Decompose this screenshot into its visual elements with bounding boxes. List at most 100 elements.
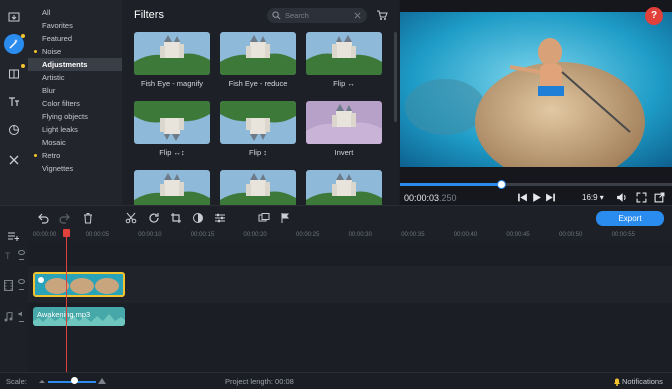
category-item[interactable]: Mosaic [28, 136, 122, 149]
filter-tile[interactable]: Fish Eye - magnify [134, 32, 210, 88]
notifications-link[interactable]: Notifications [622, 377, 663, 386]
volume-icon[interactable] [616, 192, 627, 203]
category-item[interactable]: Featured [28, 32, 122, 45]
marker-flag-icon[interactable] [280, 212, 292, 224]
timeline-toolbar [0, 205, 672, 229]
cart-icon[interactable] [376, 9, 388, 21]
filter-thumbnail [134, 32, 210, 75]
category-item[interactable]: Adjustments [28, 58, 122, 71]
filter-tile[interactable]: Fish Eye - reduce [220, 32, 296, 88]
empty-track-area[interactable] [28, 331, 672, 372]
new-indicator-dot [21, 64, 25, 68]
category-item[interactable]: Artistic [28, 71, 122, 84]
playback-timecode: 00:00:03.250 [404, 193, 457, 203]
filter-tile[interactable] [220, 170, 296, 205]
filter-thumbnail [220, 32, 296, 75]
filter-label: Flip ↔↕ [159, 148, 185, 157]
category-item[interactable]: Blur [28, 84, 122, 97]
category-label: Blur [42, 86, 56, 95]
fullscreen-icon[interactable] [636, 192, 647, 203]
visibility-eye-icon[interactable] [18, 279, 25, 284]
playhead-line [66, 232, 67, 372]
help-button[interactable]: ? [645, 7, 663, 25]
tool-rail [0, 0, 28, 205]
filter-thumbnail [134, 101, 210, 144]
filter-tile[interactable]: Flip ↔↕ [134, 101, 210, 157]
link-chain-icon[interactable] [18, 287, 25, 292]
ruler-tick-label: 00:00:05 [85, 232, 109, 238]
undo-icon[interactable] [37, 212, 49, 224]
skip-back-icon[interactable] [517, 192, 528, 203]
ruler-tick-label: 00:00:35 [401, 232, 425, 238]
new-indicator-dot [21, 34, 25, 38]
category-item[interactable]: Noise [28, 45, 122, 58]
clip-properties-icon[interactable] [214, 212, 226, 224]
search-input[interactable] [285, 10, 345, 21]
category-item[interactable]: Color filters [28, 97, 122, 110]
playback-scrubber-handle[interactable] [496, 180, 506, 189]
new-indicator-dot [34, 154, 37, 157]
title-track-icon: T [5, 251, 11, 261]
titles-icon[interactable] [4, 92, 24, 112]
category-item[interactable]: Vignettes [28, 162, 122, 175]
zoom-in-icon[interactable] [98, 377, 106, 384]
notification-bell-icon[interactable] [613, 377, 621, 386]
search-icon [272, 11, 281, 20]
redo-icon[interactable] [59, 212, 71, 224]
category-item[interactable]: All [28, 6, 122, 19]
ruler-tick-label: 00:00:20 [243, 232, 267, 238]
link-chain-icon[interactable] [18, 257, 25, 262]
video-editor-window: All Favorites Featured Noise Adjustments Arti… [0, 0, 672, 389]
category-item[interactable]: Flying objects [28, 110, 122, 123]
category-label: Adjustments [42, 60, 88, 69]
rotate-icon[interactable] [148, 212, 160, 224]
crop-icon[interactable] [170, 212, 182, 224]
add-track-icon[interactable] [7, 230, 19, 242]
speaker-icon[interactable] [18, 311, 25, 317]
visibility-eye-icon[interactable] [18, 250, 25, 255]
ruler-tick-label: 00:00:30 [348, 232, 372, 238]
detach-preview-icon[interactable] [654, 192, 665, 203]
filters-gallery: Filters Fish Eye - magnify Fish Eye - red… [122, 0, 398, 205]
split-scissors-icon[interactable] [125, 212, 137, 224]
clip-effect-badge [38, 277, 44, 283]
timeline-ruler[interactable]: 00:00:00 00:00:05 00:00:10 00:00:15 00:00:20… [28, 229, 672, 241]
color-adjust-icon[interactable] [192, 212, 204, 224]
filter-thumbnail [220, 170, 296, 205]
title-track[interactable] [28, 241, 672, 266]
gallery-scrollbar[interactable] [394, 32, 397, 122]
category-item[interactable]: Light leaks [28, 123, 122, 136]
category-item[interactable]: Retro [28, 149, 122, 162]
skip-forward-icon[interactable] [545, 192, 556, 203]
scale-slider-handle[interactable] [71, 377, 78, 384]
zoom-out-icon[interactable] [39, 378, 45, 384]
aspect-ratio-select[interactable]: 16:9 ▾ [582, 193, 604, 202]
filter-tile[interactable]: Invert [306, 101, 382, 157]
filter-tile[interactable] [306, 170, 382, 205]
export-button[interactable]: Export [596, 211, 664, 226]
ruler-tick-label: 00:00:00 [33, 232, 57, 238]
timecode-main: 00:00:03 [404, 193, 440, 203]
ruler-tick-label: 00:00:10 [138, 232, 162, 238]
overlay-icon[interactable] [258, 212, 270, 224]
transitions-icon[interactable] [4, 64, 25, 84]
audio-clip[interactable]: Awakening.mp3 [33, 307, 125, 326]
category-item[interactable]: Favorites [28, 19, 122, 32]
video-clip[interactable] [33, 272, 125, 297]
delete-icon[interactable] [82, 212, 94, 224]
video-preview[interactable] [400, 12, 672, 167]
filter-tile[interactable] [134, 170, 210, 205]
playback-progress-bar[interactable] [400, 180, 672, 189]
more-tools-icon[interactable] [4, 150, 24, 170]
play-icon[interactable] [531, 192, 542, 203]
filter-tile[interactable]: Flip ↕ [220, 101, 296, 157]
ruler-tick-label: 00:00:25 [296, 232, 320, 238]
stickers-icon[interactable] [4, 120, 24, 140]
filters-magic-icon[interactable] [4, 34, 25, 54]
ruler-tick-label: 00:00:15 [190, 232, 215, 238]
clear-search-icon[interactable] [353, 11, 362, 20]
link-chain-icon[interactable] [18, 319, 25, 324]
filter-tile[interactable]: Flip ↔ [306, 32, 382, 88]
import-icon[interactable] [4, 7, 24, 27]
category-label: Artistic [42, 73, 65, 82]
